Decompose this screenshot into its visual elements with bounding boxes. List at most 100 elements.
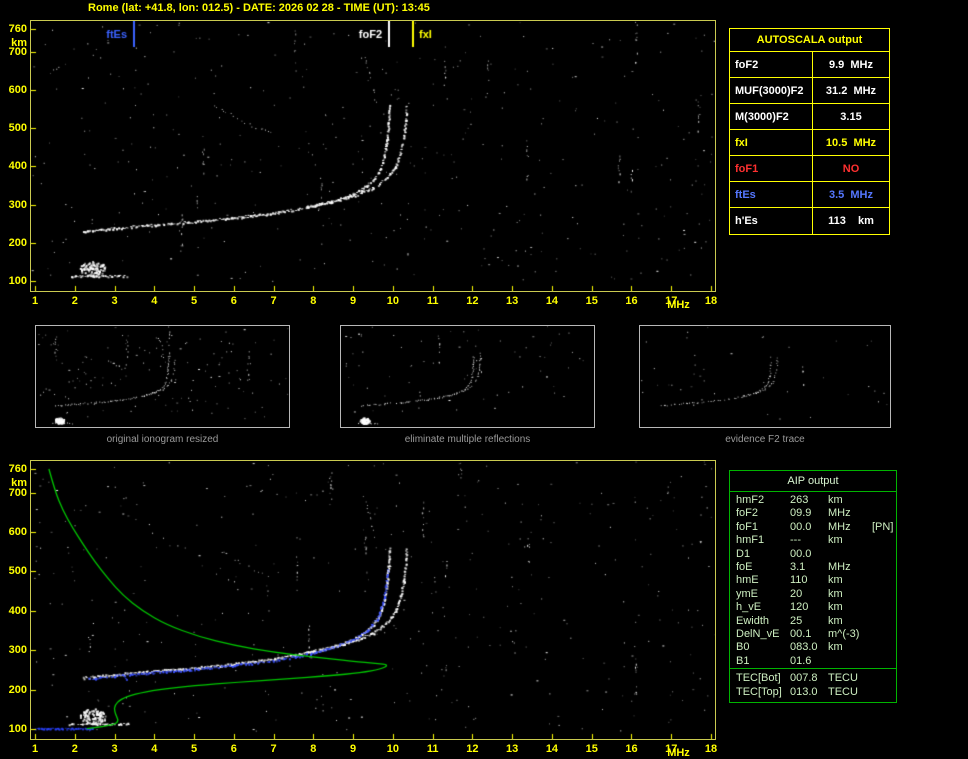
aip-row: foF2 09.9 MHz — [730, 507, 896, 520]
autoscala-row-value: 3.15 — [840, 111, 862, 123]
x-tick-label: 15 — [585, 295, 598, 307]
aip-row-label: foF1 — [736, 520, 759, 533]
x-tick-label: 10 — [386, 743, 399, 755]
x-tick-label: 9 — [350, 295, 357, 307]
aip-row-extra: [PN] — [872, 520, 894, 533]
aip-row: DelN_vE 00.1 m^(-3) — [730, 628, 896, 641]
aip-row: B1 01.6 — [730, 655, 896, 668]
aip-row-unit: km — [828, 574, 843, 587]
y-tick-label: 200 — [8, 236, 27, 249]
x-axis-unit-label: MHz — [667, 299, 690, 311]
profile-ionogram-canvas — [31, 461, 715, 739]
aip-row-extra — [872, 588, 896, 601]
profile-ionogram: 760 700 600 500 400 300 200 100 km 1 2 3 4 5 6 7 8 9 10 11 1… — [2, 458, 718, 759]
aip-row-extra — [872, 561, 896, 574]
x-tick-label: 1 — [31, 743, 39, 755]
x-axis-unit-label: MHz — [667, 747, 690, 759]
aip-row-value: 20 — [790, 587, 803, 600]
x-tick-label: 6 — [230, 295, 237, 307]
aip-row-unit: m^(-3) — [828, 627, 860, 640]
aip-row-unit: km — [828, 587, 843, 600]
thumbnail-caption-evidence: evidence F2 trace — [725, 434, 805, 445]
x-tick-label: 6 — [230, 743, 237, 755]
aip-row: hmF2 263 km — [730, 494, 896, 507]
x-tick-label: 12 — [466, 743, 479, 755]
x-tick-label: 5 — [190, 743, 198, 755]
aip-row-unit: MHz — [828, 560, 851, 573]
aip-row-extra — [872, 601, 896, 614]
aip-output-table: AIP output hmF2 263 km foF2 09.9 MHz foF1 00.0 M… — [729, 470, 897, 704]
y-tick-label: 400 — [8, 160, 27, 173]
aip-row-value: 01.6 — [790, 654, 812, 667]
aip-row: D1 00.0 — [730, 548, 896, 561]
y-axis-unit-label: km — [11, 37, 27, 49]
y-tick-label: 200 — [8, 683, 27, 696]
autoscala-output-table: AUTOSCALA output foF2 9.9 MHz MUF(3000)F2 3… — [729, 28, 890, 235]
y-tick-label: 500 — [8, 565, 27, 578]
profile-ionogram-frame — [30, 460, 716, 740]
aip-row-label: h_vE — [736, 601, 762, 614]
aip-row-label: foE — [736, 560, 753, 573]
aip-row-label: D1 — [736, 547, 751, 560]
thumbnail-eliminate-canvas — [341, 326, 594, 427]
y-tick-label: 100 — [8, 275, 27, 287]
autoscala-row-label: foF2 — [730, 52, 813, 77]
aip-row-extra — [872, 641, 896, 654]
main-ionogram: 760 700 600 500 400 300 200 100 km 1 2 3 4 5 6 7 8 9 10 11 1… — [2, 18, 718, 318]
autoscala-row-label: MUF(3000)F2 — [730, 78, 813, 103]
aip-tec-unit: TECU — [828, 672, 858, 685]
aip-table-rows: hmF2 263 km foF2 09.9 MHz foF1 00.0 MHz [PN] hmF1 -… — [730, 492, 896, 668]
aip-row-label: ymE — [736, 587, 758, 600]
aip-row-extra — [872, 534, 896, 547]
aip-row-unit: km — [828, 601, 843, 614]
aip-row-value: 00.0 — [790, 547, 812, 560]
x-tick-label: 12 — [466, 295, 479, 307]
aip-tec-label: TEC[Top] — [736, 686, 782, 699]
aip-tec-row: TEC[Bot] 007.8 TECU — [730, 671, 896, 685]
y-tick-label: 400 — [8, 604, 27, 617]
x-tick-label: 11 — [426, 295, 439, 307]
y-tick-label: 700 — [8, 486, 27, 499]
autoscala-row-value: 113 km — [828, 215, 874, 227]
aip-row: Ewidth 25 km — [730, 615, 896, 628]
aip-row-label: Ewidth — [736, 614, 770, 627]
x-tick-label: 14 — [545, 743, 559, 755]
aip-row-extra — [872, 628, 896, 641]
x-tick-label: 3 — [111, 295, 118, 307]
aip-row-extra — [872, 548, 896, 561]
autoscala-row-label: M(3000)F2 — [730, 104, 813, 129]
autoscala-row-value: 31.2 MHz — [825, 85, 877, 97]
aip-row-value: 083.0 — [790, 641, 818, 654]
aip-row-unit: MHz — [828, 520, 851, 533]
x-tick-label: 13 — [506, 295, 519, 307]
x-tick-label: 5 — [190, 295, 198, 307]
autoscala-row: MUF(3000)F2 31.2 MHz — [730, 78, 889, 104]
aip-row-label: foF2 — [736, 507, 759, 520]
aip-tec-rows: TEC[Bot] 007.8 TECU TEC[Top] 013.0 TECU — [730, 668, 896, 702]
x-tick-label: 1 — [31, 295, 39, 307]
autoscala-row-label: foF1 — [730, 156, 813, 181]
aip-row-unit: km — [828, 641, 843, 654]
autoscala-row: fxI 10.5 MHz — [730, 130, 889, 156]
aip-tec-value: 007.8 — [790, 672, 818, 685]
x-tick-label: 3 — [111, 743, 118, 755]
aip-row-label: DelN_vE — [736, 627, 780, 640]
aip-row: foE 3.1 MHz — [730, 561, 896, 574]
main-ionogram-frame — [30, 20, 716, 292]
aip-row: h_vE 120 km — [730, 601, 896, 614]
x-tick-label: 11 — [426, 743, 439, 755]
autoscala-table-rows: foF2 9.9 MHz MUF(3000)F2 31.2 MHz M(3000)F2 3… — [730, 52, 889, 234]
aip-row-unit — [828, 548, 872, 561]
autoscala-row-value: 3.5 MHz — [828, 189, 873, 201]
x-tick-label: 10 — [386, 295, 399, 307]
x-tick-label: 4 — [151, 295, 158, 307]
aip-row-unit: km — [828, 494, 843, 506]
aip-tec-label: TEC[Bot] — [736, 672, 781, 685]
y-tick-label: 760 — [8, 463, 27, 475]
autoscala-row: foF1 NO — [730, 156, 889, 182]
autoscala-row: h'Es 113 km — [730, 208, 889, 234]
aip-row-extra — [872, 494, 896, 507]
x-tick-label: 8 — [310, 743, 317, 755]
y-tick-label: 600 — [8, 84, 27, 97]
autoscala-row-label: h'Es — [730, 208, 813, 234]
